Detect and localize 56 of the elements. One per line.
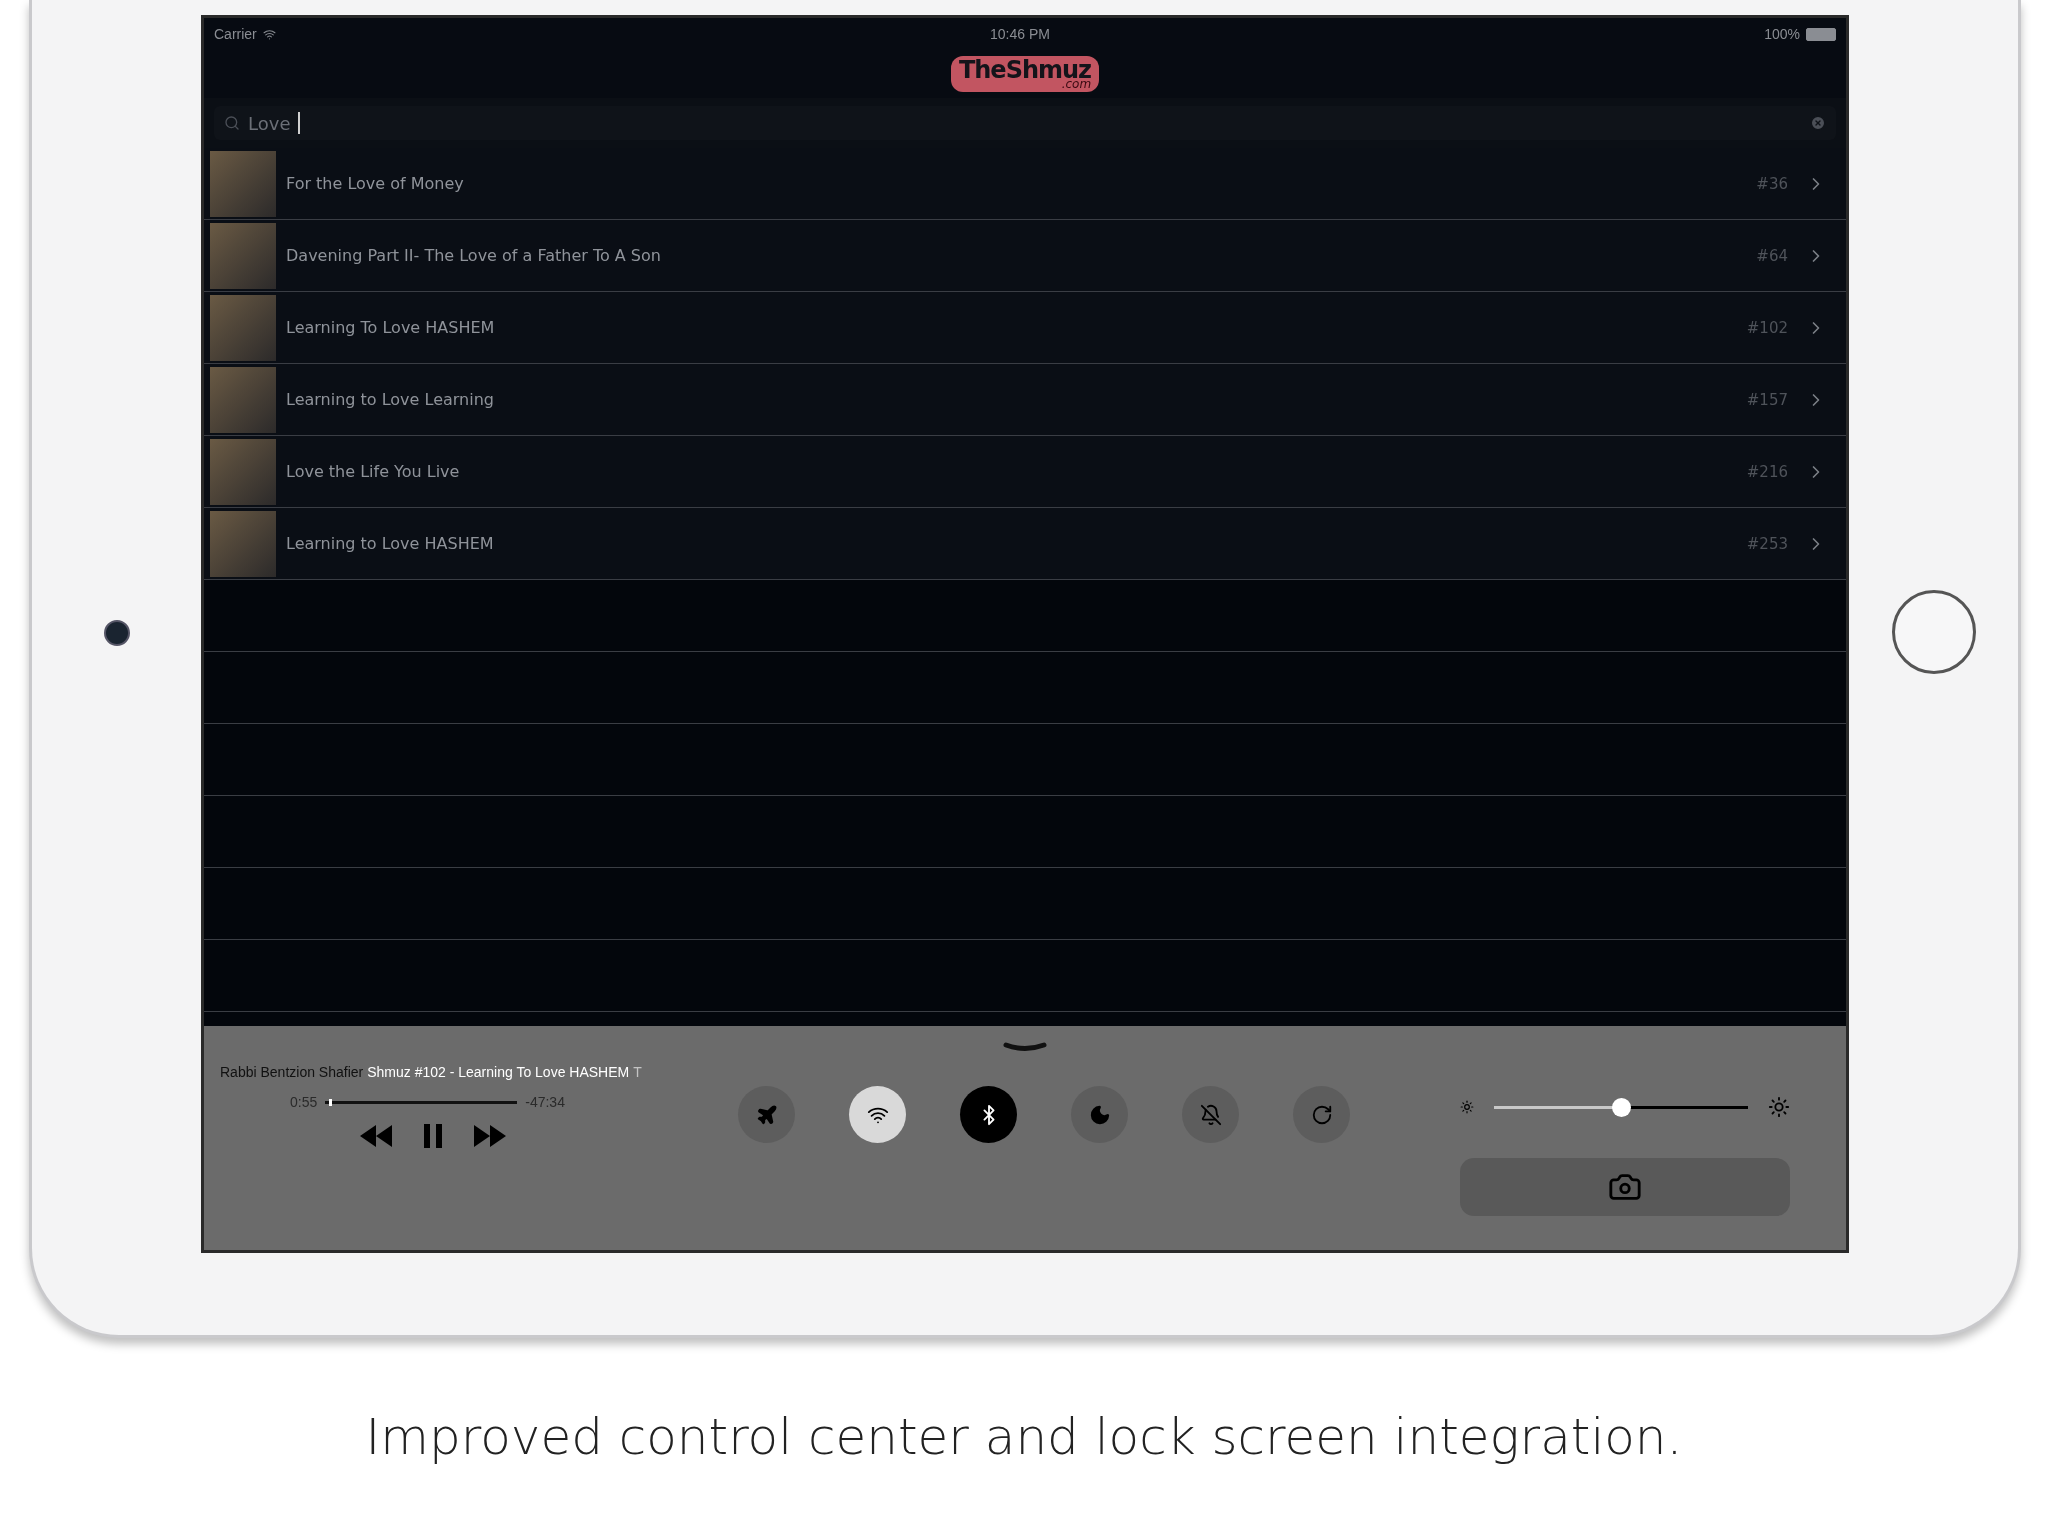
bell-off-icon xyxy=(1199,1103,1222,1126)
photo-placeholder xyxy=(210,222,276,289)
moon-icon xyxy=(1088,1103,1111,1126)
photo-placeholder xyxy=(210,510,276,577)
result-row[interactable]: Learning to Love Learning #157 xyxy=(204,364,1846,436)
artist-name: Rabbi Bentzion Shafier xyxy=(220,1064,364,1080)
wifi-toggle[interactable] xyxy=(849,1086,906,1143)
progress-thumb[interactable] xyxy=(329,1098,333,1106)
result-row[interactable]: For the Love of Money #36 xyxy=(204,148,1846,220)
grabber-icon[interactable] xyxy=(1003,1042,1047,1054)
camera-lens xyxy=(103,620,130,646)
search-icon xyxy=(224,115,240,131)
photo-placeholder xyxy=(210,294,276,361)
fast-forward-button[interactable] xyxy=(474,1125,506,1147)
result-title: For the Love of Money xyxy=(286,174,465,193)
search-field[interactable]: Love xyxy=(214,106,1836,140)
track-title: Shmuz #102 - Learning To Love HASHEM xyxy=(367,1064,630,1080)
result-row[interactable]: Learning To Love HASHEM #102 xyxy=(204,292,1846,364)
episode-number: #102 xyxy=(1746,318,1788,337)
result-title: Learning To Love HASHEM xyxy=(286,318,496,337)
episode-number: #64 xyxy=(1756,246,1788,265)
result-row[interactable]: Davening Part II- The Love of a Father To A Son #64 xyxy=(204,220,1846,292)
text-cursor xyxy=(298,112,301,134)
clock: 10:46 PM xyxy=(990,26,1050,42)
bluetooth-toggle[interactable] xyxy=(960,1086,1017,1143)
clear-icon[interactable] xyxy=(1810,115,1826,131)
carrier-label: Carrier xyxy=(214,26,257,42)
bright-sun-icon xyxy=(1768,1096,1790,1118)
episode-number: #253 xyxy=(1746,534,1788,553)
episode-number: #157 xyxy=(1746,390,1788,409)
search-text: Love xyxy=(248,112,292,134)
result-title: Learning to Love Learning xyxy=(286,390,495,409)
remaining-time: -47:34 xyxy=(525,1094,565,1110)
wifi-icon xyxy=(262,27,276,41)
battery-percent: 100% xyxy=(1764,26,1800,42)
battery-icon xyxy=(1806,27,1836,41)
photo-placeholder xyxy=(210,150,276,217)
airplane-icon xyxy=(755,1103,778,1126)
photo-placeholder xyxy=(210,366,276,433)
app-logo: TheShmuz .com xyxy=(950,56,1100,92)
result-row[interactable]: Learning to Love HASHEM #253 xyxy=(204,508,1846,580)
elapsed-time: 0:55 xyxy=(290,1094,318,1110)
episode-number: #216 xyxy=(1746,462,1788,481)
brightness-thumb[interactable] xyxy=(1612,1097,1631,1117)
rewind-button[interactable] xyxy=(360,1125,392,1147)
photo-placeholder xyxy=(210,438,276,505)
result-row[interactable]: Love the Life You Live #216 xyxy=(204,436,1846,508)
result-title: Davening Part II- The Love of a Father To A Son xyxy=(286,246,662,265)
result-title: Learning to Love HASHEM xyxy=(286,534,495,553)
progress-track[interactable] xyxy=(325,1100,518,1104)
pause-button[interactable] xyxy=(424,1124,442,1148)
caption: Improved control center and lock screen integration. xyxy=(365,1408,1683,1466)
dim-sun-icon xyxy=(1460,1100,1474,1114)
result-title: Love the Life You Live xyxy=(286,462,461,481)
track-title-overflow: T xyxy=(633,1064,642,1080)
episode-number: #36 xyxy=(1756,174,1788,193)
